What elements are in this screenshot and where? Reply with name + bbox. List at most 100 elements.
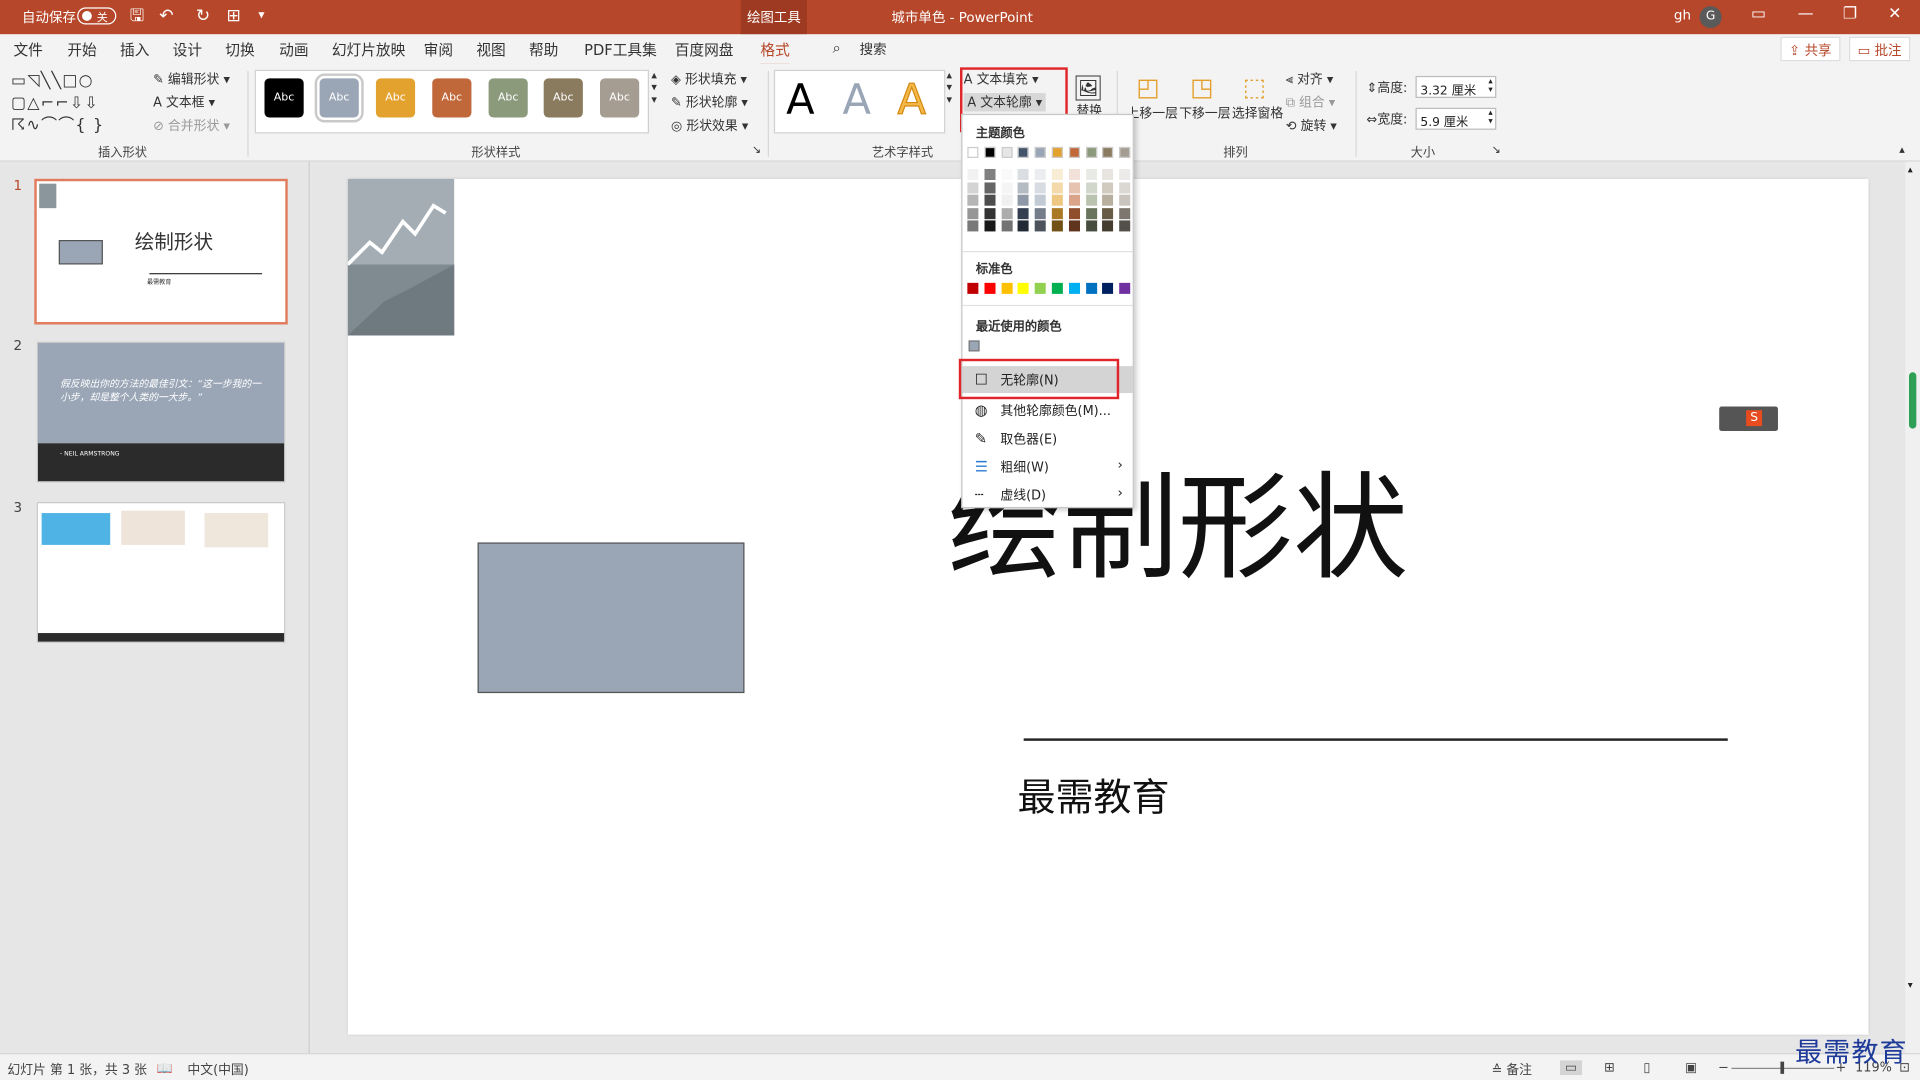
autosave-toggle[interactable]: 关 — [77, 7, 117, 24]
shape-style-orange[interactable]: Abc — [432, 78, 472, 118]
send-backward-button[interactable]: 下移一层 — [1179, 104, 1230, 122]
rectangle-shape[interactable] — [477, 542, 745, 694]
theme-color-swatch[interactable] — [1068, 146, 1080, 158]
theme-color-shade[interactable] — [1018, 220, 1030, 232]
standard-color-swatch[interactable] — [967, 282, 979, 294]
redo-icon[interactable]: ↻ — [196, 6, 210, 26]
close-icon[interactable]: ✕ — [1888, 5, 1901, 23]
gallery-scroll-icon[interactable]: ▴ ▾ ▾ — [651, 70, 657, 107]
theme-color-shade[interactable] — [1102, 220, 1114, 232]
theme-color-swatch[interactable] — [1051, 146, 1063, 158]
notes-button[interactable]: ≙ 备注 — [1491, 1060, 1532, 1078]
theme-color-shade[interactable] — [1085, 207, 1097, 219]
theme-color-shade[interactable] — [1102, 168, 1114, 181]
input-method-toolbar[interactable]: S — [1719, 406, 1778, 432]
theme-color-shade[interactable] — [1068, 207, 1080, 219]
theme-color-shade[interactable] — [1102, 207, 1114, 219]
menu-item-weight[interactable]: ☰ 粗细(W) › — [962, 453, 1132, 480]
theme-color-shade[interactable] — [1068, 194, 1080, 206]
tab-review[interactable]: 审阅 — [424, 39, 453, 60]
theme-color-shade[interactable] — [1119, 168, 1131, 181]
tab-design[interactable]: 设计 — [173, 39, 202, 60]
theme-color-shade[interactable] — [1001, 207, 1013, 219]
theme-color-shade[interactable] — [967, 220, 979, 232]
theme-color-shade[interactable] — [967, 207, 979, 219]
theme-color-shade[interactable] — [967, 168, 979, 181]
tab-pdf-tools[interactable]: PDF工具集 — [584, 39, 657, 60]
slideshow-icon[interactable]: ▣ — [1685, 1060, 1697, 1075]
tab-home[interactable]: 开始 — [67, 39, 96, 60]
theme-color-shade[interactable] — [1001, 181, 1013, 193]
theme-color-shade[interactable] — [1034, 168, 1046, 181]
theme-color-swatch[interactable] — [1102, 146, 1114, 158]
menu-item-eyedropper[interactable]: ✎ 取色器(E) — [962, 425, 1132, 452]
slide-thumbnail-1[interactable]: 绘制形状 最需教育 — [34, 178, 288, 325]
selection-pane-button[interactable]: 选择窗格 — [1232, 104, 1283, 122]
theme-color-shade[interactable] — [1068, 220, 1080, 232]
merge-shapes-button[interactable]: ⊘ 合并形状 ▾ — [153, 116, 230, 134]
collapse-ribbon-icon[interactable]: ▴ — [1899, 144, 1905, 156]
align-button[interactable]: ⫷ 对齐 ▾ — [1286, 70, 1334, 88]
theme-color-shade[interactable] — [1068, 181, 1080, 193]
width-input[interactable]: 5.9 厘米 ▴ ▾ — [1415, 107, 1497, 130]
bring-forward-button[interactable]: 上移一层 — [1127, 104, 1178, 122]
theme-color-shade[interactable] — [1085, 181, 1097, 193]
send-backward-icon[interactable]: ◳ — [1190, 72, 1213, 101]
theme-color-shade[interactable] — [967, 194, 979, 206]
theme-color-swatch[interactable] — [1085, 146, 1097, 158]
theme-color-shade[interactable] — [1051, 181, 1063, 193]
theme-color-shade[interactable] — [1085, 194, 1097, 206]
theme-color-shade[interactable] — [1001, 220, 1013, 232]
standard-color-swatch[interactable] — [1018, 282, 1030, 294]
dialog-launcher-icon[interactable]: ↘ — [752, 144, 761, 156]
restore-icon[interactable]: ❐ — [1843, 5, 1857, 23]
present-icon[interactable]: ⊞ — [227, 6, 241, 26]
menu-item-dashes[interactable]: ┄ 虚线(D) › — [962, 481, 1132, 508]
tab-slideshow[interactable]: 幻灯片放映 — [332, 39, 405, 60]
search-icon[interactable]: ⌕ — [833, 39, 841, 57]
undo-icon[interactable]: ↶ — [159, 6, 173, 26]
theme-color-swatch[interactable] — [984, 146, 996, 158]
shape-gallery[interactable]: ▭◹╲╲□○ ▢△⌐⌐⇩⇩ ☈∿⌒⌒{ } — [11, 71, 133, 140]
theme-color-shade[interactable] — [984, 207, 996, 219]
search-box[interactable]: 搜索 — [860, 39, 887, 59]
rotate-button[interactable]: ⟲ 旋转 ▾ — [1286, 116, 1337, 134]
selection-pane-icon[interactable]: ⬚ — [1243, 72, 1266, 101]
wordart-style-gold[interactable]: A — [897, 75, 927, 125]
theme-color-shade[interactable] — [1051, 168, 1063, 181]
recent-color-swatch[interactable] — [968, 340, 980, 352]
theme-color-swatch[interactable] — [1034, 146, 1046, 158]
zoom-out-icon[interactable]: − — [1718, 1060, 1729, 1075]
language-indicator[interactable]: 中文(中国) — [187, 1060, 248, 1078]
tab-format[interactable]: 格式 — [760, 39, 790, 67]
standard-color-swatch[interactable] — [1001, 282, 1013, 294]
theme-color-shade[interactable] — [967, 181, 979, 193]
tab-insert[interactable]: 插入 — [120, 39, 149, 60]
shape-style-black[interactable]: Abc — [264, 78, 304, 118]
theme-color-swatch[interactable] — [967, 146, 979, 158]
theme-color-shade[interactable] — [1085, 220, 1097, 232]
avatar[interactable]: G — [1699, 6, 1722, 29]
slide-subtitle[interactable]: 最需教育 — [1018, 767, 1170, 822]
reading-view-icon[interactable]: ▯ — [1643, 1060, 1650, 1075]
theme-color-swatch[interactable] — [1018, 146, 1030, 158]
theme-color-swatch[interactable] — [1119, 146, 1131, 158]
shape-style-blue-gray[interactable]: Abc — [314, 73, 364, 123]
theme-color-shade[interactable] — [1051, 207, 1063, 219]
standard-color-swatch[interactable] — [1102, 282, 1114, 294]
tab-help[interactable]: 帮助 — [529, 39, 558, 60]
theme-color-shade[interactable] — [1085, 168, 1097, 181]
ime-icon[interactable]: S — [1746, 410, 1763, 427]
tab-file[interactable]: 文件 — [13, 39, 42, 60]
minimize-icon[interactable]: — — [1798, 5, 1814, 23]
theme-color-shade[interactable] — [1068, 168, 1080, 181]
wordart-style-black[interactable]: A — [786, 76, 814, 125]
theme-color-shade[interactable] — [1119, 207, 1131, 219]
theme-color-shade[interactable] — [1119, 220, 1131, 232]
theme-color-shade[interactable] — [1034, 220, 1046, 232]
theme-color-shade[interactable] — [1051, 220, 1063, 232]
bring-forward-icon[interactable]: ◰ — [1136, 72, 1159, 101]
comment-button[interactable]: ▭ 批注 — [1848, 36, 1911, 62]
share-button[interactable]: ⇪ 共享 — [1780, 36, 1841, 62]
slide-thumbnail-2[interactable]: 假反映出你的方法的最佳引文：“这一步我的一小步，却是整个人类的一大步。” - N… — [36, 341, 286, 483]
